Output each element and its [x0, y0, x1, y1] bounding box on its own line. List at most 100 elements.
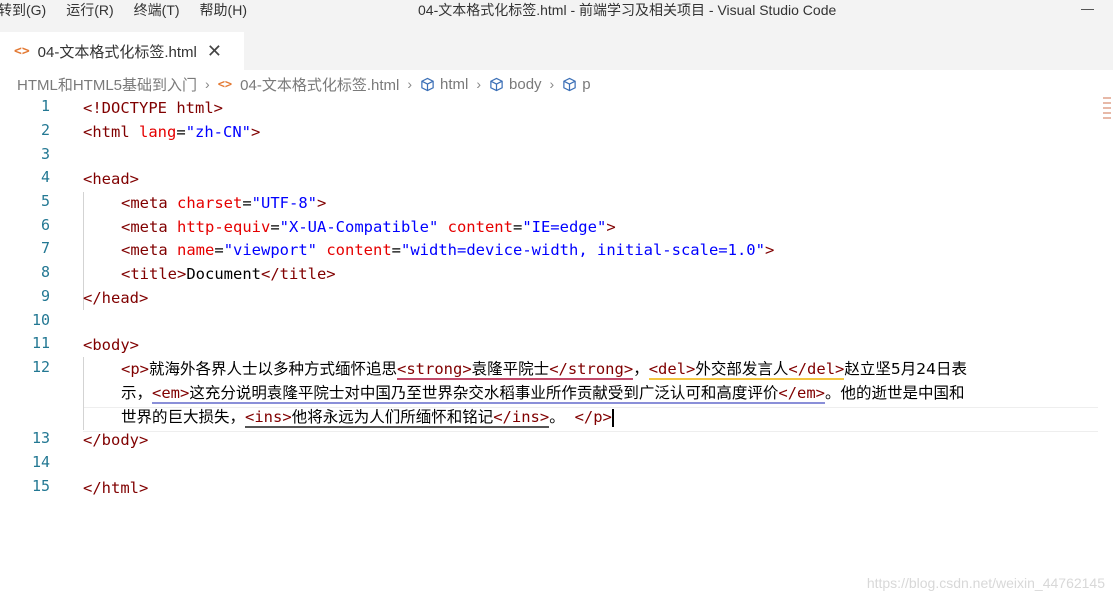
code-token: </html> [83, 479, 149, 497]
code-token: <meta [121, 241, 168, 259]
breadcrumb-p-label: p [582, 75, 591, 93]
code-token: "X-UA-Compatible" [279, 218, 439, 236]
code-token: = [391, 241, 402, 259]
close-icon[interactable]: ✕ [207, 41, 222, 62]
breadcrumb-body[interactable]: body [489, 76, 542, 93]
line-number: 6 [40, 216, 50, 234]
line-number: 11 [31, 334, 50, 352]
code-token: "width=device-width, initial-scale=1.0" [401, 241, 765, 259]
line-number: 8 [40, 263, 50, 281]
line-number: 1 [40, 97, 50, 115]
menu-help[interactable]: 帮助(H) [200, 0, 257, 20]
menu-run[interactable]: 运行(R) [66, 0, 123, 20]
code-token: http-equiv [167, 218, 271, 236]
breadcrumb-folder[interactable]: HTML和HTML5基础到入门 [17, 74, 197, 95]
code-line: <meta charset="UTF-8"> [83, 192, 326, 216]
code-token: </em> [778, 384, 826, 404]
title-bar: 转到(G) 运行(R) 终端(T) 帮助(H) 04-文本格式化标签.html … [0, 0, 1113, 22]
html-file-icon: <> [217, 77, 233, 91]
menu-bar: 转到(G) 运行(R) 终端(T) 帮助(H) [0, 0, 267, 20]
chevron-right-icon: › [407, 76, 412, 92]
code-token: <strong> [397, 360, 472, 380]
tab-active-file[interactable]: <> 04-文本格式化标签.html ✕ [0, 32, 244, 70]
menu-goto[interactable]: 转到(G) [0, 0, 56, 20]
code-line: </html> [83, 477, 148, 501]
code-token: 袁隆平院士 [471, 360, 550, 380]
code-token: <em> [152, 384, 190, 404]
code-token: > [764, 241, 775, 259]
code-editor[interactable]: 1 2 3 4 5 6 7 8 9 10 11 12 13 14 15 <!DO… [0, 97, 1113, 603]
code-token: 他将永远为人们所缅怀和铭记 [291, 408, 494, 428]
breadcrumb-body-label: body [509, 75, 542, 93]
code-token: <ins> [245, 408, 292, 428]
code-token: html [167, 99, 214, 117]
code-token: ， [633, 360, 649, 378]
window-title: 04-文本格式化标签.html - 前端学习及相关项目 - Visual Stu… [418, 2, 837, 18]
symbol-element-icon [563, 77, 576, 91]
code-token: content [438, 218, 513, 236]
breadcrumb-html[interactable]: html [420, 76, 468, 93]
code-token: 这充分说明袁隆平院士对中国乃至世界杂交水稻事业所作贡献受到广泛认可和高度评价 [189, 384, 779, 404]
tab-strip: <> 04-文本格式化标签.html ✕ [0, 22, 1113, 70]
code-line: <meta name="viewport" content="width=dev… [83, 239, 774, 263]
chevron-right-icon: › [476, 76, 482, 92]
code-token: <body> [83, 336, 139, 354]
line-number: 5 [40, 192, 50, 210]
code-token: 赵立坚5月24日表 [844, 360, 967, 378]
code-token: 就海外各界人士以多种方式缅怀追思 [149, 360, 398, 378]
chevron-right-icon: › [205, 76, 210, 92]
minimap[interactable] [1103, 97, 1111, 137]
code-token: <head> [83, 170, 139, 188]
breadcrumb: HTML和HTML5基础到入门 › <> 04-文本格式化标签.html › h… [0, 72, 1113, 96]
line-number: 13 [31, 429, 50, 447]
code-token: <html [83, 123, 130, 141]
code-token: content [317, 241, 392, 259]
code-token: <title> [121, 265, 187, 283]
line-number: 12 [31, 358, 50, 376]
text-cursor [611, 408, 614, 427]
code-token: 世界的巨大损失， [121, 408, 246, 426]
symbol-element-icon [490, 77, 503, 91]
menu-terminal[interactable]: 终端(T) [134, 0, 190, 20]
code-token: 。他的逝世是中国和 [825, 384, 965, 402]
symbol-element-icon [421, 77, 434, 91]
code-token: Document [186, 265, 261, 283]
breadcrumb-html-label: html [440, 75, 469, 93]
code-token: </head> [83, 289, 149, 307]
code-line: </head> [83, 287, 148, 311]
line-number: 4 [40, 168, 50, 186]
breadcrumb-file[interactable]: <> 04-文本格式化标签.html [218, 74, 400, 95]
code-token: = [242, 194, 252, 212]
code-token: </del> [788, 360, 845, 380]
code-line: <p>就海外各界人士以多种方式缅怀追思<strong>袁隆平院士</strong… [83, 358, 967, 382]
code-line: <!DOCTYPE html> [83, 97, 223, 121]
code-token: "viewport" [223, 241, 318, 259]
code-token: <!DOCTYPE [83, 99, 167, 117]
code-token: </p> [574, 408, 612, 426]
code-token: 外交部发言人 [695, 360, 789, 380]
code-token: "zh-CN" [185, 123, 252, 141]
minimize-icon[interactable] [1081, 0, 1095, 20]
code-line: </body> [83, 429, 148, 453]
code-token: </strong> [549, 360, 634, 380]
line-number: 15 [31, 477, 50, 495]
line-number: 2 [40, 121, 50, 139]
code-token: > [606, 218, 616, 236]
line-number: 9 [40, 287, 50, 305]
tab-label: 04-文本格式化标签.html [37, 43, 197, 61]
html-file-icon: <> [14, 43, 30, 59]
code-token: </ins> [493, 408, 550, 428]
watermark: https://blog.csdn.net/weixin_44762145 [866, 575, 1105, 591]
code-token: <meta [121, 194, 168, 212]
code-token: "UTF-8" [251, 194, 317, 212]
code-line: <body> [83, 334, 139, 358]
code-token: lang [129, 123, 177, 141]
line-number: 14 [31, 453, 50, 471]
code-token: = [176, 123, 186, 141]
code-token: = [214, 241, 224, 259]
code-line: <title>Document</title> [83, 263, 336, 287]
code-token: charset [167, 194, 243, 212]
breadcrumb-p[interactable]: p [562, 75, 591, 93]
code-token: > [251, 123, 261, 141]
line-number: 10 [31, 311, 50, 329]
